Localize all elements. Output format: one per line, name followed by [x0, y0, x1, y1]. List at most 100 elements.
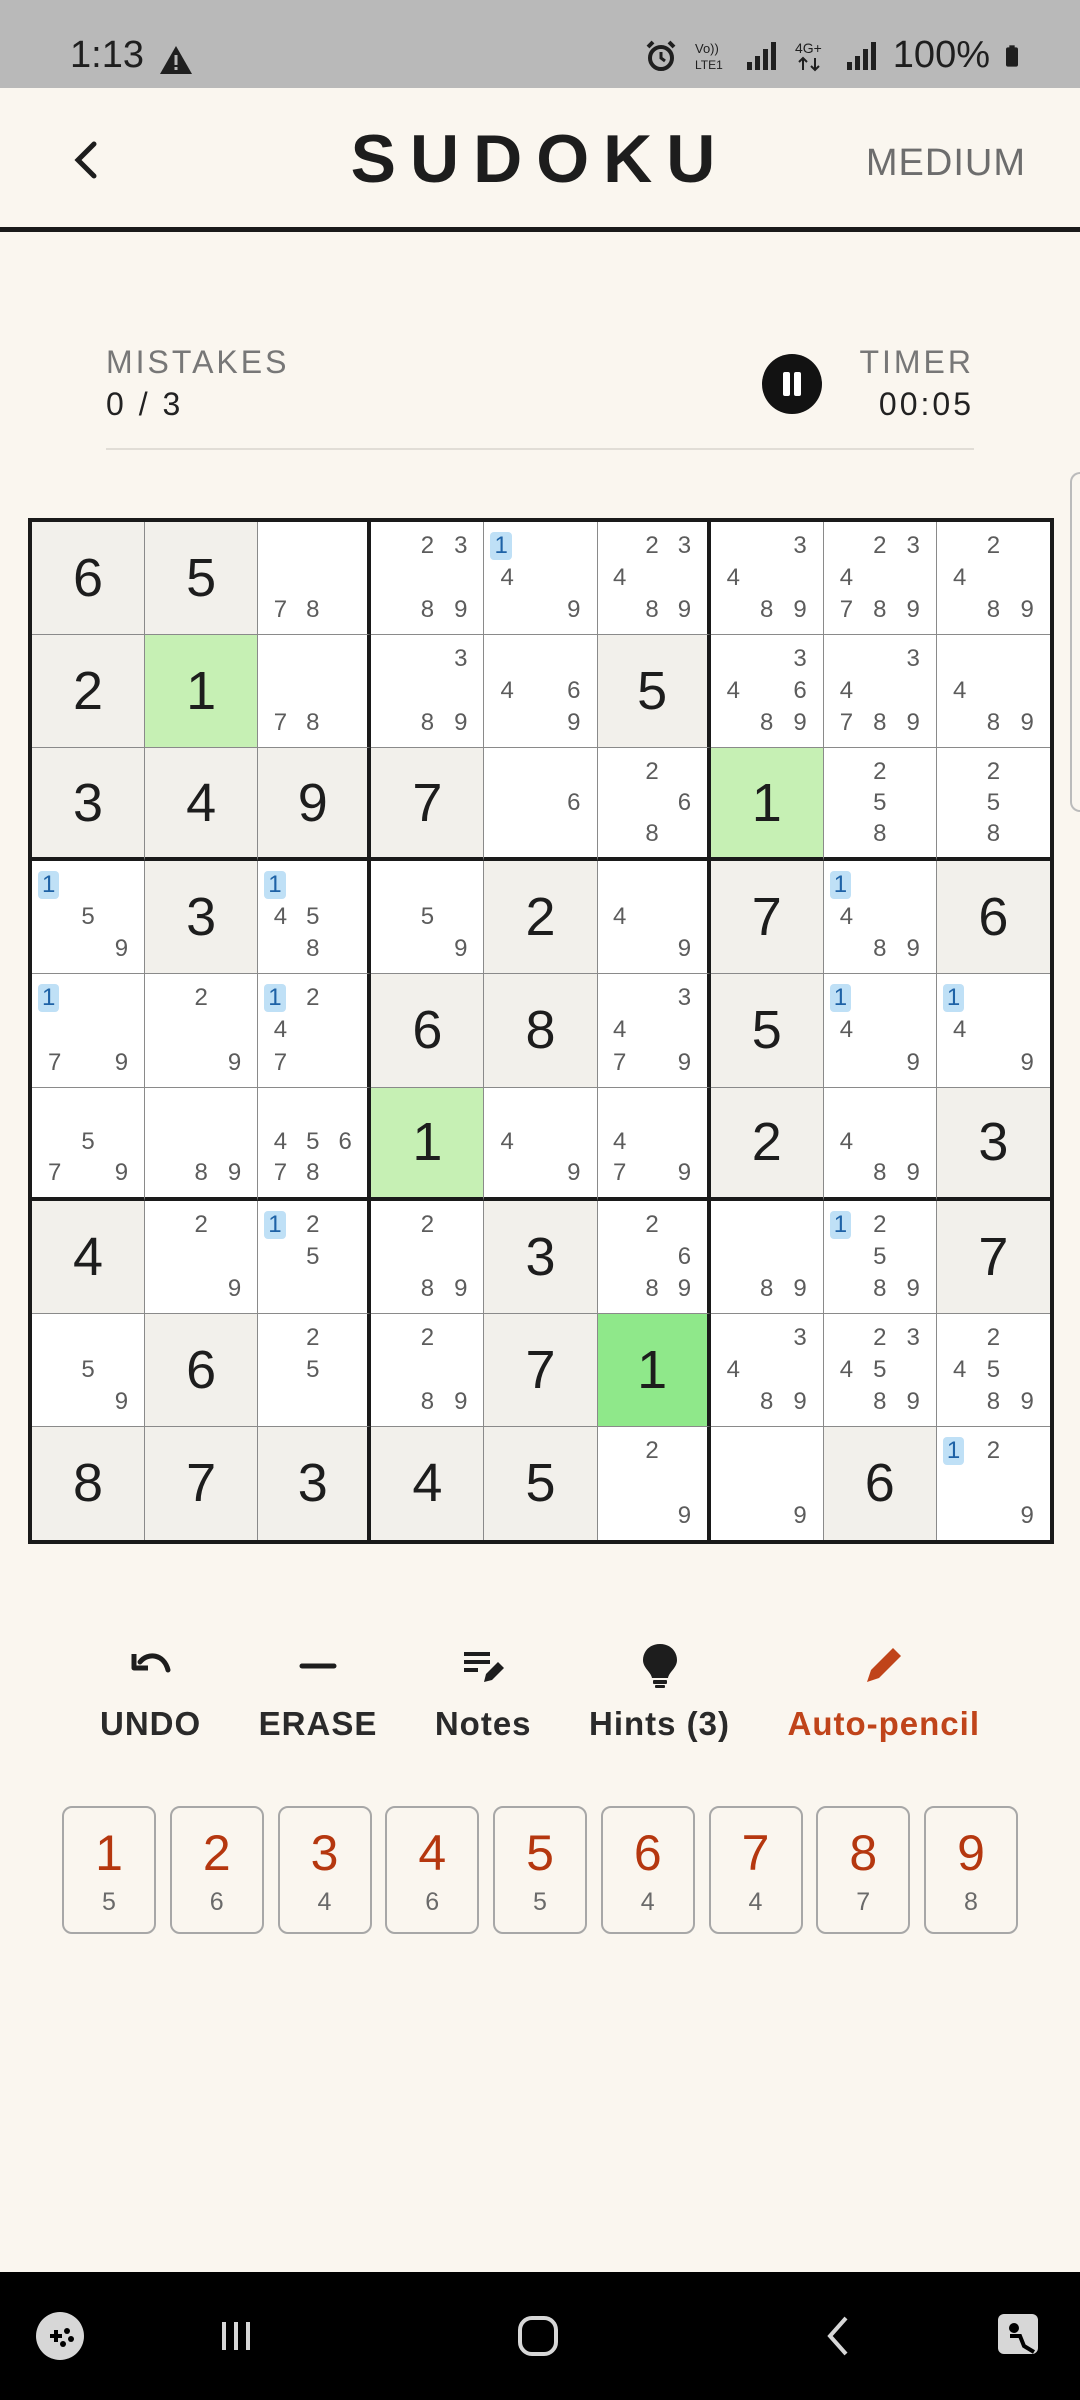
- sudoku-cell-r1c6[interactable]: 23 489: [597, 522, 711, 636]
- sudoku-cell-r9c2[interactable]: 7: [145, 1426, 259, 1540]
- sudoku-cell-r8c6[interactable]: 1: [597, 1313, 711, 1427]
- accessibility-icon[interactable]: [990, 2306, 1050, 2366]
- sudoku-cell-r2c1[interactable]: 2: [32, 635, 146, 749]
- tool-auto-pencil-button[interactable]: Auto-pencil: [788, 1640, 980, 1760]
- number-key-6[interactable]: 64: [600, 1806, 695, 1934]
- home-icon[interactable]: [508, 2306, 568, 2366]
- sudoku-cell-r9c6[interactable]: 29: [597, 1426, 711, 1540]
- pause-button[interactable]: [762, 354, 822, 414]
- sudoku-cell-r7c5[interactable]: 3: [484, 1200, 598, 1314]
- number-key-8[interactable]: 87: [816, 1806, 911, 1934]
- sudoku-cell-r7c4[interactable]: 2 89: [371, 1200, 485, 1314]
- number-key-2[interactable]: 26: [169, 1806, 264, 1934]
- sudoku-cell-r5c6[interactable]: 3 4 7 9: [597, 974, 711, 1088]
- sudoku-cell-r4c5[interactable]: 2: [484, 861, 598, 975]
- sudoku-cell-r3c3[interactable]: 9: [258, 748, 372, 862]
- sudoku-cell-r6c2[interactable]: 89: [145, 1087, 259, 1201]
- sudoku-cell-r4c6[interactable]: 49: [597, 861, 711, 975]
- edge-panel-handle[interactable]: [1070, 472, 1080, 812]
- sudoku-cell-r2c3[interactable]: 78: [258, 635, 372, 749]
- sudoku-cell-r5c1[interactable]: 1 7 9: [32, 974, 146, 1088]
- sudoku-cell-r3c7[interactable]: 1: [710, 748, 824, 862]
- sudoku-cell-r3c5[interactable]: 6: [484, 748, 598, 862]
- sudoku-cell-r2c4[interactable]: 3 89: [371, 635, 485, 749]
- number-key-7[interactable]: 74: [708, 1806, 803, 1934]
- sudoku-cell-r3c6[interactable]: 268: [597, 748, 711, 862]
- recent-apps-icon[interactable]: [206, 2306, 266, 2366]
- sudoku-cell-r3c4[interactable]: 7: [371, 748, 485, 862]
- sudoku-cell-r7c9[interactable]: 7: [936, 1200, 1050, 1314]
- back-icon[interactable]: [810, 2306, 870, 2366]
- sudoku-cell-r5c7[interactable]: 5: [710, 974, 824, 1088]
- sudoku-cell-r5c2[interactable]: 29: [145, 974, 259, 1088]
- sudoku-cell-r2c8[interactable]: 3 4 789: [823, 635, 937, 749]
- sudoku-cell-r6c6[interactable]: 4 7 9: [597, 1087, 711, 1201]
- sudoku-cell-r8c1[interactable]: 59: [32, 1313, 146, 1427]
- sudoku-cell-r5c8[interactable]: 1 4 9: [823, 974, 937, 1088]
- sudoku-cell-r9c3[interactable]: 3: [258, 1426, 372, 1540]
- sudoku-cell-r9c7[interactable]: 9: [710, 1426, 824, 1540]
- tool-hints-3-button[interactable]: Hints (3): [589, 1640, 730, 1760]
- sudoku-cell-r8c7[interactable]: 3 489: [710, 1313, 824, 1427]
- sudoku-cell-r8c3[interactable]: 25: [258, 1313, 372, 1427]
- sudoku-cell-r4c7[interactable]: 7: [710, 861, 824, 975]
- sudoku-cell-r4c2[interactable]: 3: [145, 861, 259, 975]
- sudoku-cell-r3c2[interactable]: 4: [145, 748, 259, 862]
- sudoku-cell-r4c1[interactable]: 159: [32, 861, 146, 975]
- sudoku-cell-r4c9[interactable]: 6: [936, 861, 1050, 975]
- sudoku-cell-r5c5[interactable]: 8: [484, 974, 598, 1088]
- sudoku-cell-r7c3[interactable]: 12 5: [258, 1200, 372, 1314]
- sudoku-cell-r6c5[interactable]: 49: [484, 1087, 598, 1201]
- tool-undo-button[interactable]: UNDO: [100, 1640, 201, 1760]
- sudoku-cell-r9c1[interactable]: 8: [32, 1426, 146, 1540]
- number-key-4[interactable]: 46: [385, 1806, 480, 1934]
- sudoku-cell-r7c8[interactable]: 12 5 89: [823, 1200, 937, 1314]
- sudoku-cell-r8c8[interactable]: 23 45 89: [823, 1313, 937, 1427]
- sudoku-cell-r2c9[interactable]: 489: [936, 635, 1050, 749]
- sudoku-cell-r4c4[interactable]: 59: [371, 861, 485, 975]
- sudoku-cell-r9c5[interactable]: 5: [484, 1426, 598, 1540]
- sudoku-cell-r2c7[interactable]: 3 4 689: [710, 635, 824, 749]
- sudoku-cell-r6c3[interactable]: 456 78: [258, 1087, 372, 1201]
- number-key-1[interactable]: 15: [62, 1806, 156, 1934]
- sudoku-cell-r7c7[interactable]: 89: [710, 1200, 824, 1314]
- sudoku-cell-r7c2[interactable]: 29: [145, 1200, 259, 1314]
- sudoku-cell-r5c4[interactable]: 6: [371, 974, 485, 1088]
- sudoku-cell-r9c4[interactable]: 4: [371, 1426, 485, 1540]
- sudoku-cell-r6c7[interactable]: 2: [710, 1087, 824, 1201]
- sudoku-cell-r1c4[interactable]: 23 89: [371, 522, 485, 636]
- sudoku-cell-r1c2[interactable]: 5: [145, 522, 259, 636]
- tool-erase-button[interactable]: ERASE: [259, 1640, 378, 1760]
- sudoku-cell-r3c1[interactable]: 3: [32, 748, 146, 862]
- sudoku-cell-r1c7[interactable]: 3 489: [710, 522, 824, 636]
- sudoku-cell-r4c3[interactable]: 1 45 8: [258, 861, 372, 975]
- sudoku-cell-r2c6[interactable]: 5: [597, 635, 711, 749]
- sudoku-cell-r8c4[interactable]: 2 89: [371, 1313, 485, 1427]
- number-key-5[interactable]: 55: [493, 1806, 587, 1934]
- tool-notes-button[interactable]: Notes: [435, 1640, 532, 1760]
- sudoku-cell-r6c8[interactable]: 489: [823, 1087, 937, 1201]
- sudoku-cell-r9c8[interactable]: 6: [823, 1426, 937, 1540]
- number-key-9[interactable]: 98: [924, 1806, 1018, 1934]
- sudoku-cell-r8c2[interactable]: 6: [145, 1313, 259, 1427]
- sudoku-cell-r2c2[interactable]: 1: [145, 635, 259, 749]
- sudoku-cell-r1c1[interactable]: 6: [32, 522, 146, 636]
- number-key-3[interactable]: 34: [277, 1806, 372, 1934]
- sudoku-cell-r6c4[interactable]: 1: [371, 1087, 485, 1201]
- sudoku-cell-r1c8[interactable]: 23 4 789: [823, 522, 937, 636]
- sudoku-cell-r5c9[interactable]: 1 4 9: [936, 974, 1050, 1088]
- game-launcher-icon[interactable]: [30, 2306, 90, 2366]
- sudoku-cell-r7c1[interactable]: 4: [32, 1200, 146, 1314]
- sudoku-cell-r6c9[interactable]: 3: [936, 1087, 1050, 1201]
- sudoku-cell-r2c5[interactable]: 4 6 9: [484, 635, 598, 749]
- sudoku-cell-r1c5[interactable]: 1 4 9: [484, 522, 598, 636]
- sudoku-cell-r3c8[interactable]: 2 5 8: [823, 748, 937, 862]
- sudoku-cell-r8c9[interactable]: 245 89: [936, 1313, 1050, 1427]
- sudoku-cell-r8c5[interactable]: 7: [484, 1313, 598, 1427]
- sudoku-cell-r9c9[interactable]: 12 9: [936, 1426, 1050, 1540]
- sudoku-cell-r4c8[interactable]: 1 489: [823, 861, 937, 975]
- sudoku-cell-r7c6[interactable]: 2689: [597, 1200, 711, 1314]
- sudoku-cell-r1c3[interactable]: 78: [258, 522, 372, 636]
- sudoku-cell-r1c9[interactable]: 2489: [936, 522, 1050, 636]
- sudoku-cell-r5c3[interactable]: 124 7: [258, 974, 372, 1088]
